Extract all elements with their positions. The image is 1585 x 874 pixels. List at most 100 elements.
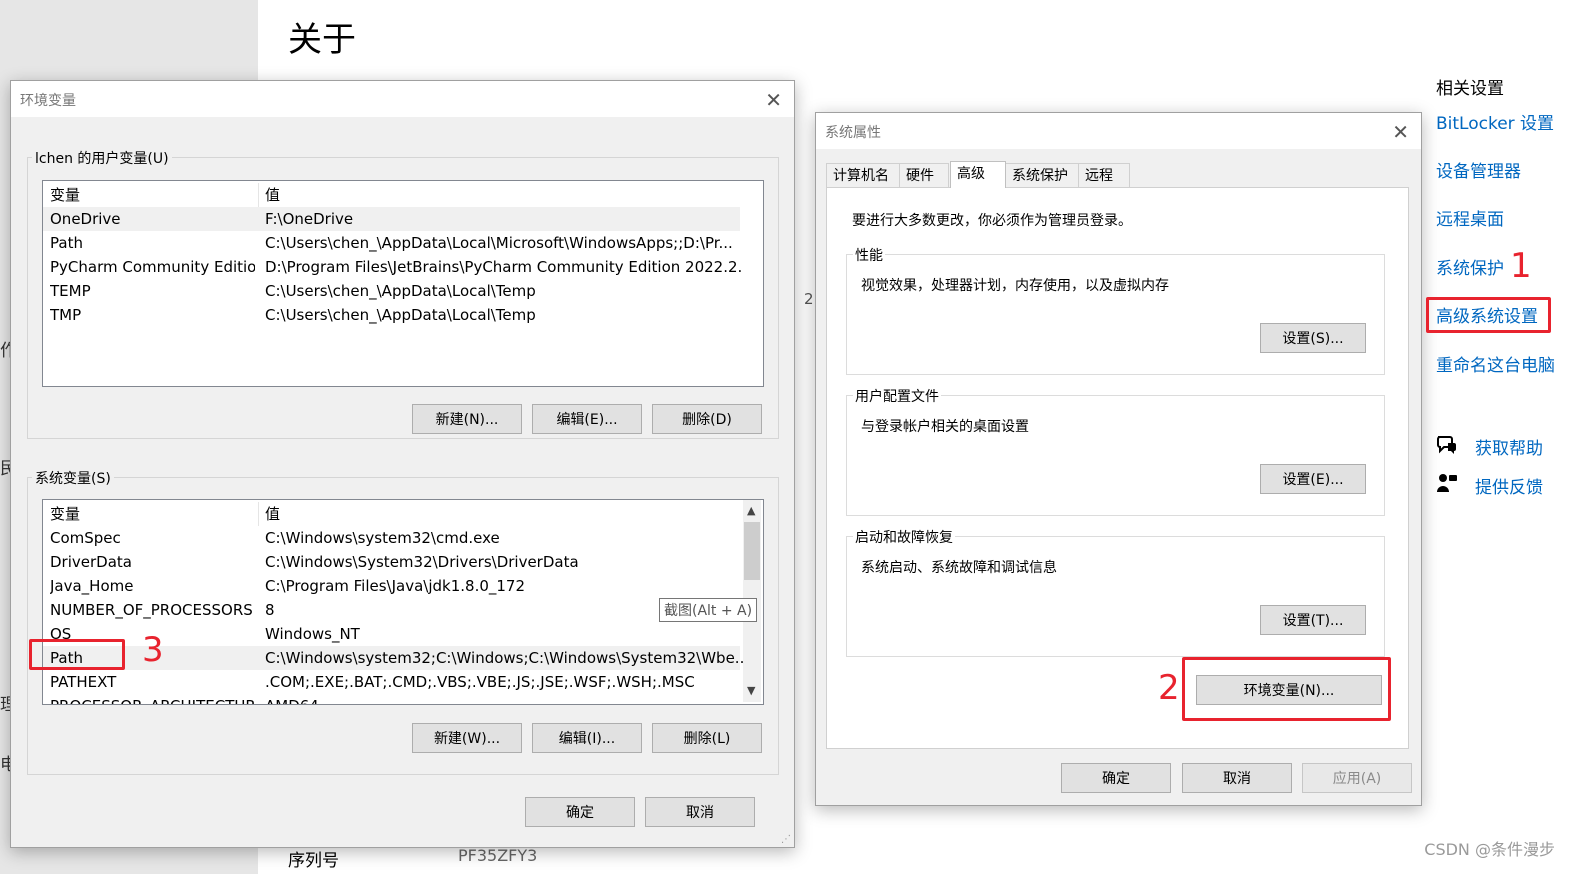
user-profiles-label: 用户配置文件 [853, 386, 941, 406]
table-row[interactable]: TEMP C:\Users\chen_\AppData\Local\Temp [43, 279, 740, 303]
performance-label: 性能 [853, 245, 885, 265]
page-title: 关于 [288, 20, 356, 60]
close-icon[interactable]: ✕ [765, 88, 782, 112]
variable-value: Windows_NT [265, 625, 360, 643]
variable-name: DriverData [50, 553, 132, 571]
annotation-step-3: 3 [142, 630, 164, 670]
variable-value: C:\Windows\System32\Drivers\DriverData [265, 553, 579, 571]
performance-settings-button[interactable]: 设置(S)... [1260, 323, 1366, 353]
user-new-button[interactable]: 新建(N)... [412, 404, 522, 434]
remote-desktop-link[interactable]: 远程桌面 [1436, 205, 1504, 230]
tab-system-protection[interactable]: 系统保护 [1005, 163, 1079, 187]
close-icon[interactable]: ✕ [1392, 120, 1409, 144]
variable-name: OneDrive [50, 210, 121, 228]
column-header-value[interactable]: 值 [265, 502, 743, 526]
serial-number-label: 序列号 [288, 851, 339, 871]
variable-name: ComSpec [50, 529, 121, 547]
tab-computer-name[interactable]: 计算机名 [826, 163, 900, 187]
system-edit-button[interactable]: 编辑(I)... [532, 723, 642, 753]
variable-value: C:\Users\chen_\AppData\Local\Microsoft\W… [265, 234, 733, 252]
cancel-button[interactable]: 取消 [645, 797, 755, 827]
environment-variables-dialog: 环境变量 ✕ lchen 的用户变量(U) 变量 值 OneDrive F:\O… [10, 80, 795, 848]
rename-pc-link[interactable]: 重命名这台电脑 [1436, 351, 1555, 376]
cancel-button[interactable]: 取消 [1182, 763, 1292, 793]
give-feedback-link[interactable]: 提供反馈 [1475, 473, 1543, 498]
device-manager-link[interactable]: 设备管理器 [1436, 157, 1521, 182]
table-row[interactable]: OneDrive F:\OneDrive [43, 207, 740, 231]
env-dialog-title: 环境变量 [20, 93, 76, 109]
system-new-button[interactable]: 新建(W)... [412, 723, 522, 753]
column-header-variable[interactable]: 变量 [50, 183, 255, 207]
user-profiles-desc: 与登录帐户相关的桌面设置 [861, 419, 1029, 435]
user-delete-button[interactable]: 删除(D) [652, 404, 762, 434]
user-profiles-section [846, 395, 1385, 516]
variable-value: C:\Windows\system32;C:\Windows;C:\Window… [265, 649, 743, 667]
table-row[interactable]: PATHEXT .COM;.EXE;.BAT;.CMD;.VBS;.VBE;.J… [43, 670, 740, 694]
table-row[interactable]: PROCESSOR_ARCHITECTURE AMD64 [43, 694, 743, 704]
variable-value: C:\Users\chen_\AppData\Local\Temp [265, 306, 536, 324]
user-variables-list[interactable]: 变量 值 OneDrive F:\OneDrive Path C:\Users\… [42, 180, 764, 387]
column-header-value[interactable]: 值 [265, 183, 743, 207]
table-row[interactable]: Java_Home C:\Program Files\Java\jdk1.8.0… [43, 574, 740, 598]
user-edit-button[interactable]: 编辑(E)... [532, 404, 642, 434]
system-protection-link[interactable]: 系统保护 [1436, 254, 1504, 279]
table-row[interactable]: Path C:\Users\chen_\AppData\Local\Micros… [43, 231, 740, 255]
sysprop-titlebar: 系统属性 ✕ [816, 113, 1421, 149]
column-header-variable[interactable]: 变量 [50, 502, 255, 526]
variable-value: C:\Program Files\Java\jdk1.8.0_172 [265, 577, 526, 595]
annotation-step-2: 2 [1158, 668, 1180, 708]
annotation-box-advanced-settings [1426, 297, 1551, 333]
tab-advanced[interactable]: 高级 [950, 161, 1006, 188]
variable-name: NUMBER_OF_PROCESSORS [50, 601, 253, 619]
admin-note: 要进行大多数更改，你必须作为管理员登录。 [852, 213, 1132, 229]
variable-name: PATHEXT [50, 673, 117, 691]
variable-value: D:\Program Files\JetBrains\PyCharm Commu… [265, 258, 743, 276]
table-row[interactable]: ComSpec C:\Windows\system32\cmd.exe [43, 526, 740, 550]
variable-value: F:\OneDrive [265, 210, 354, 228]
user-variables-label: lchen 的用户变量(U) [32, 148, 172, 168]
variable-value: AMD64 [265, 694, 743, 704]
ok-button[interactable]: 确定 [1061, 763, 1171, 793]
startup-recovery-desc: 系统启动、系统故障和调试信息 [861, 560, 1057, 576]
variable-name: Path [50, 234, 83, 252]
performance-section [846, 254, 1385, 375]
variable-name: Java_Home [50, 577, 134, 595]
get-help-icon [1436, 433, 1458, 455]
system-delete-button[interactable]: 删除(L) [652, 723, 762, 753]
screenshot-tooltip: 截图(Alt + A) [659, 598, 758, 622]
feedback-icon [1436, 472, 1458, 494]
apply-button[interactable]: 应用(A) [1302, 763, 1412, 793]
startup-recovery-label: 启动和故障恢复 [853, 527, 955, 547]
variable-name: PyCharm Community Edition [50, 258, 255, 276]
table-row[interactable]: TMP C:\Users\chen_\AppData\Local\Temp [43, 303, 740, 327]
variable-value: C:\Windows\system32\cmd.exe [265, 529, 500, 547]
serial-number-value: PF35ZFY3 [458, 846, 538, 865]
scrollbar-thumb[interactable] [744, 522, 760, 580]
bitlocker-settings-link[interactable]: BitLocker 设置 [1436, 109, 1554, 134]
table-row[interactable]: PyCharm Community Edition D:\Program Fil… [43, 255, 743, 279]
env-dialog-titlebar: 环境变量 ✕ [11, 81, 794, 117]
variable-name: TMP [50, 306, 82, 324]
user-profiles-settings-button[interactable]: 设置(E)... [1260, 464, 1366, 494]
variable-value: C:\Users\chen_\AppData\Local\Temp [265, 282, 536, 300]
ok-button[interactable]: 确定 [525, 797, 635, 827]
startup-recovery-settings-button[interactable]: 设置(T)... [1260, 605, 1366, 635]
get-help-link[interactable]: 获取帮助 [1475, 434, 1543, 459]
tab-remote[interactable]: 远程 [1078, 163, 1130, 187]
tab-hardware[interactable]: 硬件 [899, 163, 949, 187]
table-row[interactable]: NUMBER_OF_PROCESSORS 8 [43, 598, 740, 622]
related-settings-heading: 相关设置 [1436, 79, 1504, 99]
scroll-down-icon[interactable]: ▼ [747, 684, 755, 697]
watermark: CSDN @条件漫步 [1424, 840, 1555, 859]
list-header: 变量 值 [43, 183, 740, 207]
system-variables-label: 系统变量(S) [32, 468, 114, 488]
system-variables-list[interactable]: 变量 值 ComSpec C:\Windows\system32\cmd.exe… [42, 499, 764, 705]
variable-name: TEMP [50, 282, 91, 300]
scroll-up-icon[interactable]: ▲ [747, 504, 755, 517]
table-row[interactable]: DriverData C:\Windows\System32\Drivers\D… [43, 550, 740, 574]
resize-grip-icon[interactable]: ⋰ [781, 834, 791, 845]
performance-desc: 视觉效果，处理器计划，内存使用，以及虚拟内存 [861, 278, 1169, 294]
variable-value: .COM;.EXE;.BAT;.CMD;.VBS;.VBE;.JS;.JSE;.… [265, 673, 695, 691]
variable-name: PROCESSOR_ARCHITECTURE [50, 694, 255, 704]
annotation-step-1: 1 [1510, 246, 1532, 286]
